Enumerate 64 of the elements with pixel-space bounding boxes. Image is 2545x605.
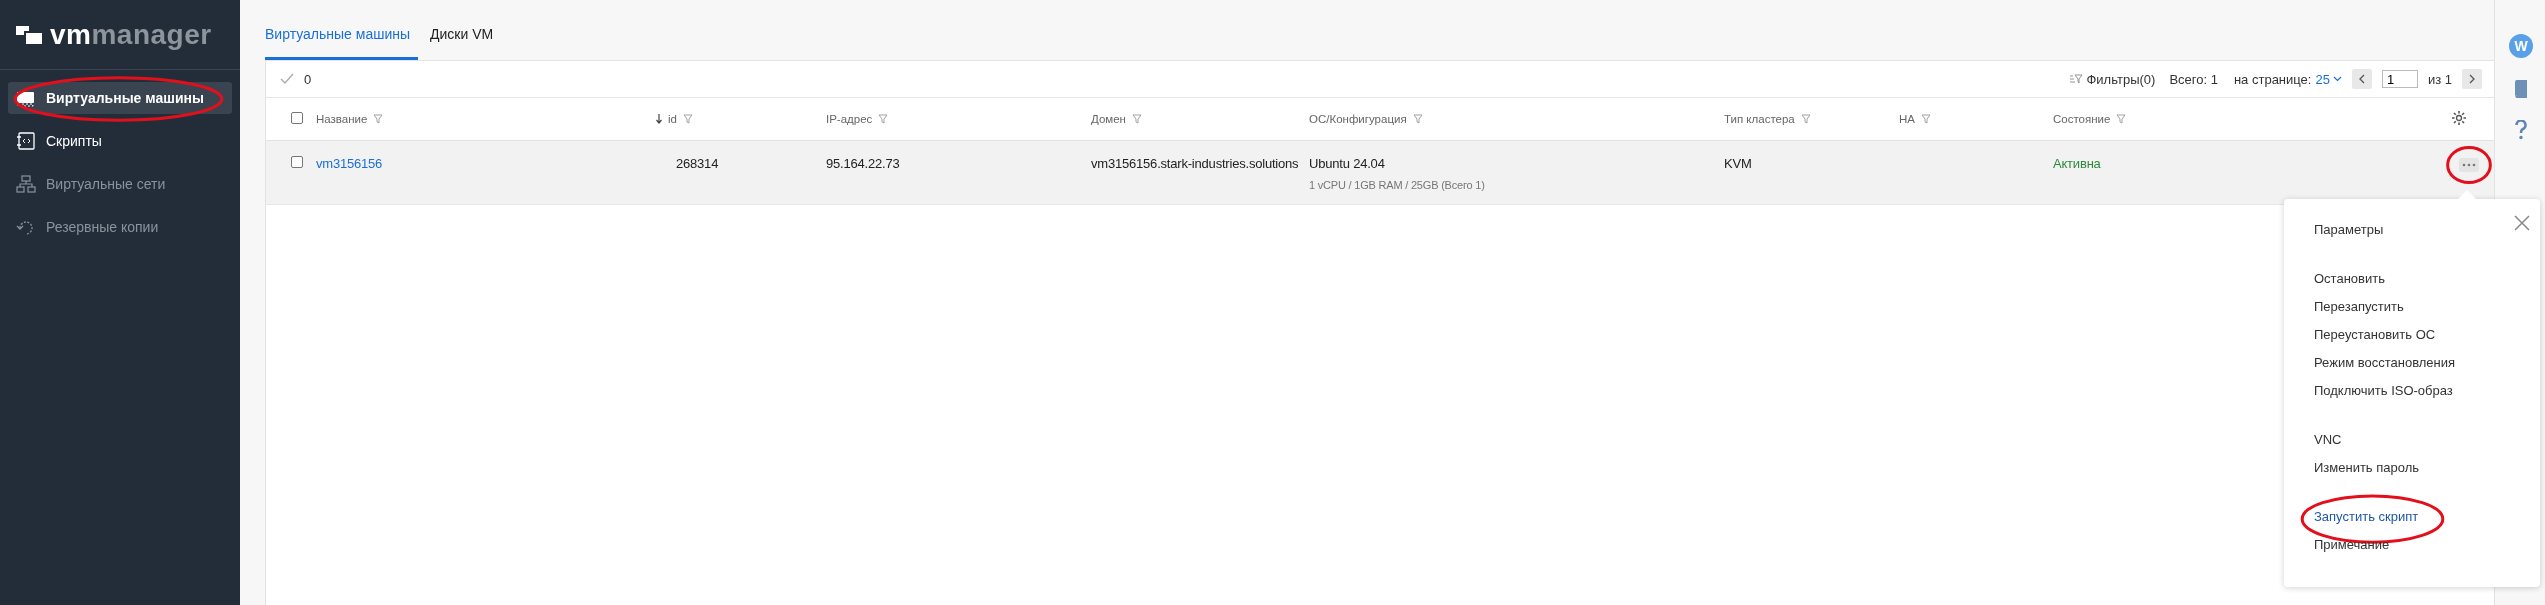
filter-icon[interactable]	[2116, 114, 2127, 124]
chevron-right-icon	[2468, 74, 2476, 84]
menu-item[interactable]: VNC	[2314, 431, 2342, 449]
settings-icon[interactable]	[2451, 110, 2467, 126]
checkbox[interactable]	[291, 112, 303, 124]
menu-item[interactable]: Параметры	[2314, 221, 2384, 239]
table-cell: 95.164.22.73	[826, 156, 900, 171]
more-button[interactable]	[2459, 158, 2479, 172]
column-header[interactable]: Тип кластера	[1724, 113, 1795, 125]
per-page-select[interactable]: 25	[2315, 71, 2342, 87]
sidebar-item[interactable]: Скрипты	[8, 125, 232, 157]
logo-icon	[16, 23, 44, 46]
vm-name-link[interactable]: vm3156156	[316, 156, 383, 171]
help-icon[interactable]	[2515, 120, 2527, 140]
logo-text: manager	[91, 18, 212, 51]
filter-icon	[2070, 74, 2084, 84]
column-header[interactable]: Домен	[1091, 113, 1126, 125]
check-icon[interactable]	[280, 73, 294, 85]
table-cell-text: Ubuntu 24.04	[1309, 156, 1386, 171]
filter-icon[interactable]	[682, 114, 693, 124]
per-page-label: на странице:	[2233, 71, 2312, 87]
selected-count: 0	[304, 71, 312, 87]
filters-button[interactable]: Фильтры(0)	[2070, 71, 2156, 87]
menu-item[interactable]: Остановить	[2314, 270, 2385, 288]
logo-text: vm	[50, 18, 92, 51]
sidebar-item[interactable]: Виртуальные машины	[8, 82, 232, 114]
filter-icon[interactable]	[373, 114, 384, 124]
next-page-button[interactable]	[2462, 69, 2482, 89]
book-icon[interactable]	[2514, 80, 2528, 98]
previous-page-button[interactable]	[2351, 69, 2372, 89]
page-count: из 1	[2427, 71, 2452, 87]
column-header[interactable]: ОС/Конфигурация	[1309, 113, 1407, 125]
column-header[interactable]: HA	[1899, 113, 1915, 125]
table-cell: KVM	[1724, 156, 1752, 171]
network-icon	[16, 175, 36, 193]
chevron-down-icon	[2332, 76, 2342, 82]
filter-icon[interactable]	[878, 114, 889, 124]
status-text: Активна	[2053, 156, 2101, 171]
column-header[interactable]: IP-адрес	[826, 113, 873, 125]
menu-item[interactable]: Режим восстановления	[2314, 354, 2456, 372]
filter-icon[interactable]	[1131, 114, 1142, 124]
server-icon	[16, 89, 36, 107]
filter-icon[interactable]	[1412, 114, 1423, 124]
config-text: 1 vCPU / 1GB RAM / 25GB (Всего 1)	[1309, 179, 1486, 191]
page-input[interactable]: 1	[2381, 70, 2418, 88]
backup-icon	[16, 218, 36, 236]
close-icon[interactable]	[2514, 215, 2530, 231]
filter-icon[interactable]	[1921, 114, 1931, 124]
menu-item[interactable]: Перезапустить	[2314, 298, 2404, 316]
menu-item[interactable]: Подключить ISO-образ	[2314, 382, 2453, 400]
tab[interactable]: Диски VM	[430, 26, 502, 60]
checkbox[interactable]	[291, 156, 303, 168]
total-count: Всего: 1	[2169, 71, 2218, 87]
sort-arrow-icon[interactable]	[656, 114, 662, 124]
script-icon	[16, 132, 36, 150]
table-cell: vm3156156.stark-industries.solutions	[1091, 156, 1299, 171]
table-cell-text: 268314	[675, 156, 719, 171]
column-header[interactable]: Состояние	[2053, 113, 2111, 125]
filter-icon[interactable]	[1800, 114, 1811, 124]
menu-item[interactable]: Изменить пароль	[2314, 459, 2420, 477]
menu-item[interactable]: Переустановить ОС	[2314, 326, 2436, 344]
column-header[interactable]: id	[668, 113, 677, 125]
column-header[interactable]: Название	[316, 113, 368, 125]
chevron-left-icon	[2357, 74, 2366, 84]
